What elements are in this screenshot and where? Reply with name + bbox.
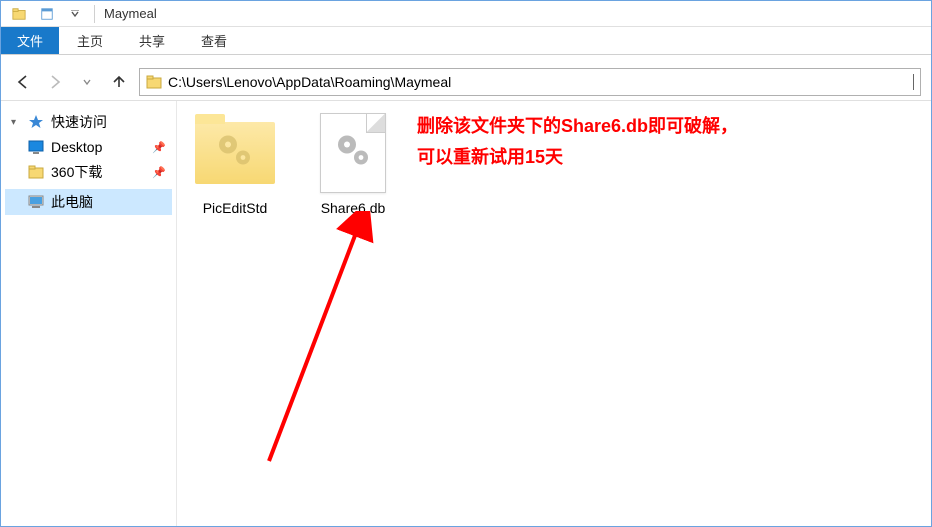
- file-tab[interactable]: 文件: [1, 27, 59, 54]
- sidebar-item-label: 快速访问: [51, 112, 107, 132]
- pin-icon: 📌: [152, 141, 166, 154]
- chevron-down-icon: ▾: [11, 117, 21, 128]
- file-item-share6db[interactable]: Share6.db: [305, 111, 401, 217]
- annotation-text: 删除该文件夹下的Share6.db即可破解， 可以重新试用15天: [417, 111, 738, 172]
- sidebar-item-desktop[interactable]: Desktop 📌: [5, 135, 172, 159]
- file-item-piceditstd[interactable]: PicEditStd: [187, 111, 283, 217]
- tab-share[interactable]: 共享: [121, 27, 183, 54]
- sidebar-quick-access[interactable]: ▾ 快速访问: [5, 109, 172, 135]
- star-icon: [27, 113, 45, 131]
- ribbon-spacer: [1, 55, 931, 63]
- desktop-icon: [27, 138, 45, 156]
- window-title: Maymeal: [104, 6, 157, 21]
- annotation-line: 可以重新试用15天: [417, 142, 738, 173]
- address-bar[interactable]: C:\Users\Lenovo\AppData\Roaming\Maymeal: [139, 68, 921, 96]
- sidebar-item-label: 360下载: [51, 162, 102, 182]
- up-button[interactable]: [107, 70, 131, 94]
- qat-folder-icon[interactable]: [7, 3, 31, 25]
- body: ▾ 快速访问 Desktop 📌 360下载 📌 ▸: [1, 101, 931, 526]
- titlebar: Maymeal: [1, 1, 931, 27]
- qat-properties-icon[interactable]: [35, 3, 59, 25]
- back-button[interactable]: [11, 70, 35, 94]
- navbar: C:\Users\Lenovo\AppData\Roaming\Maymeal: [1, 63, 931, 101]
- sidebar-item-360download[interactable]: 360下载 📌: [5, 159, 172, 185]
- annotation-line: 删除该文件夹下的Share6.db即可破解，: [417, 111, 738, 142]
- tab-view[interactable]: 查看: [183, 27, 245, 54]
- pc-icon: [27, 193, 45, 211]
- forward-button[interactable]: [43, 70, 67, 94]
- file-icon: [311, 111, 395, 195]
- ribbon: 文件 主页 共享 查看: [1, 27, 931, 55]
- qat-dropdown-icon[interactable]: [63, 3, 87, 25]
- sidebar-item-thispc[interactable]: ▸ 此电脑: [5, 189, 172, 215]
- folder-icon: [27, 163, 45, 181]
- sidebar-item-label: Desktop: [51, 139, 102, 155]
- annotation-arrow: [249, 211, 479, 476]
- pin-icon: 📌: [152, 166, 166, 179]
- titlebar-separator: [94, 5, 95, 23]
- sidebar: ▾ 快速访问 Desktop 📌 360下载 📌 ▸: [1, 101, 177, 526]
- content-pane[interactable]: PicEditStd: [177, 101, 931, 526]
- sidebar-item-label: 此电脑: [51, 192, 93, 212]
- folder-icon: [193, 111, 277, 195]
- recent-dropdown[interactable]: [75, 70, 99, 94]
- file-label: Share6.db: [305, 199, 401, 217]
- address-path[interactable]: C:\Users\Lenovo\AppData\Roaming\Maymeal: [168, 74, 914, 90]
- address-folder-icon: [146, 74, 162, 90]
- tab-home[interactable]: 主页: [59, 27, 121, 54]
- file-label: PicEditStd: [187, 199, 283, 217]
